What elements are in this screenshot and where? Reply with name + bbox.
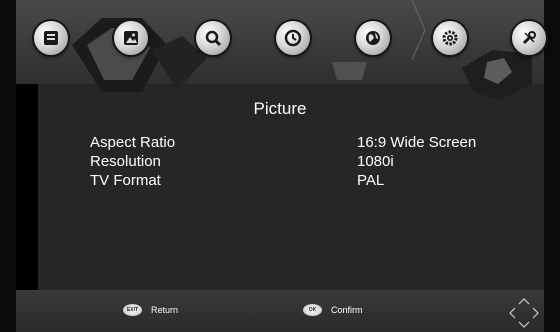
picture-icon[interactable]: [114, 21, 148, 55]
page-title: Picture: [253, 99, 307, 118]
menu-bar: [16, 0, 546, 100]
setting-label: TV Format: [90, 172, 161, 189]
globe-icon[interactable]: [356, 21, 390, 55]
return-hint[interactable]: EXIT Return: [123, 304, 178, 316]
navigation-arrows-icon: [509, 298, 539, 328]
setting-label: Aspect Ratio: [90, 134, 176, 151]
confirm-label: Confirm: [331, 305, 363, 315]
footer-bar: EXIT Return OK Confirm: [16, 290, 544, 332]
tv-list-icon[interactable]: [34, 21, 68, 55]
tv-settings-screen: Picture Aspect Ratio 16:9 Wide Screen Re…: [0, 0, 560, 332]
confirm-hint[interactable]: OK Confirm: [303, 304, 363, 316]
setting-row-tv-format[interactable]: TV Format PAL: [0, 172, 560, 191]
search-icon[interactable]: [196, 21, 230, 55]
exit-button-icon: EXIT: [123, 304, 142, 316]
setting-row-aspect-ratio[interactable]: Aspect Ratio 16:9 Wide Screen: [0, 134, 560, 153]
ok-button-icon: OK: [303, 304, 322, 316]
setting-row-resolution[interactable]: Resolution 1080i: [0, 153, 560, 172]
return-label: Return: [151, 305, 179, 315]
clock-icon[interactable]: [276, 21, 310, 55]
setting-value[interactable]: 16:9 Wide Screen: [357, 134, 476, 151]
gear-icon[interactable]: [433, 21, 467, 55]
setting-value[interactable]: PAL: [357, 172, 384, 189]
setting-label: Resolution: [90, 153, 161, 170]
tools-icon[interactable]: [512, 21, 546, 55]
setting-value[interactable]: 1080i: [357, 153, 394, 170]
